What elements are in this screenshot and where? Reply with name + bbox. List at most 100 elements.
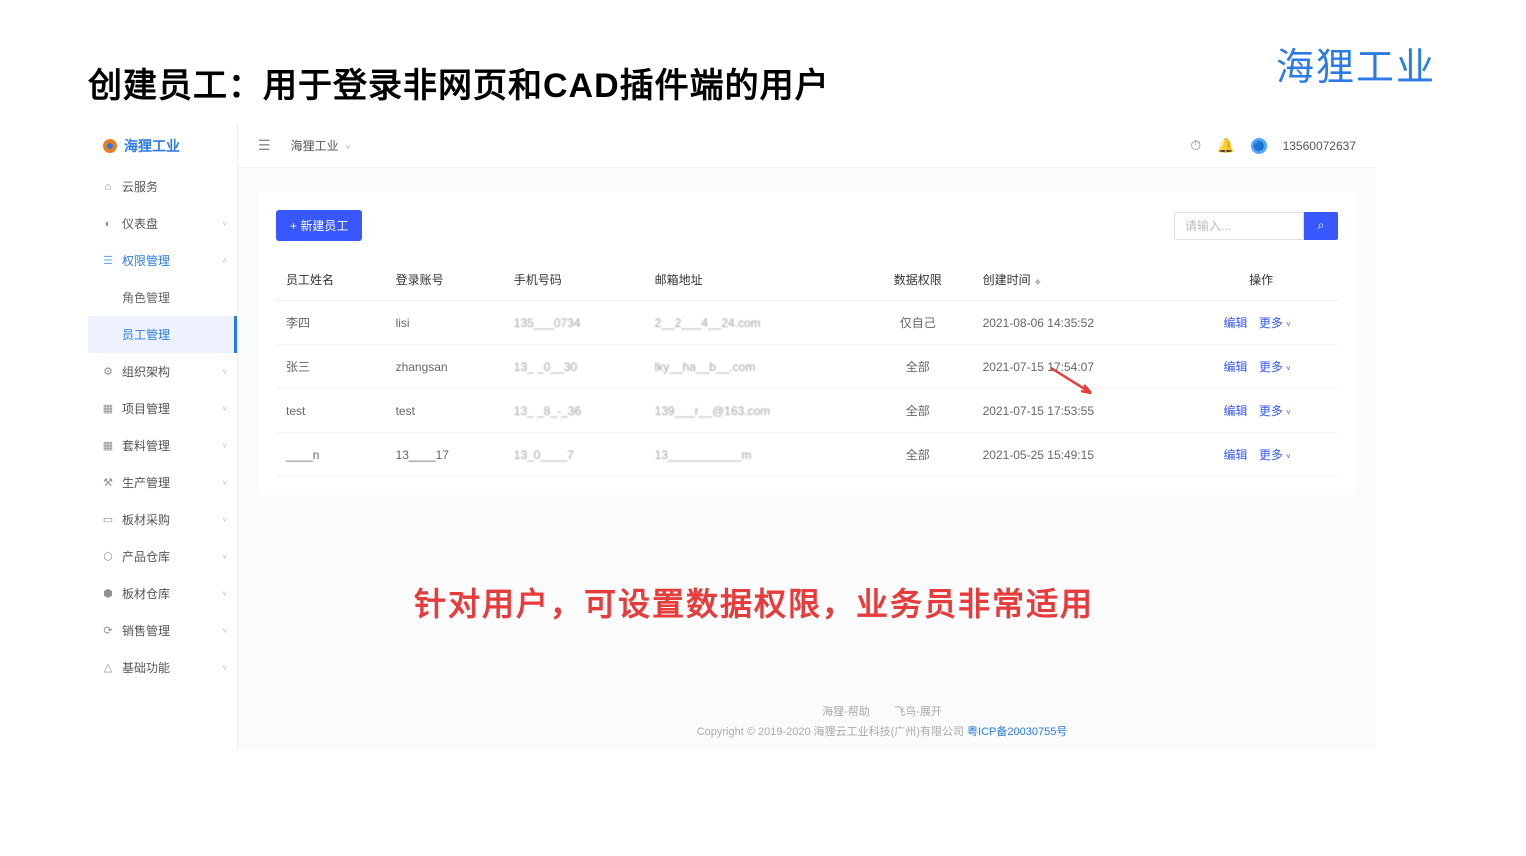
menu-icon: ▭ xyxy=(102,514,114,526)
sidebar-logo[interactable]: 海狸工业 xyxy=(88,124,237,168)
sidebar-item-label: 套料管理 xyxy=(122,437,170,454)
sidebar-logo-text: 海狸工业 xyxy=(124,136,180,156)
chevron-icon: ˄ xyxy=(222,256,227,265)
sidebar-item-label: 板材仓库 xyxy=(122,585,170,602)
cell-created: 2021-05-25 15:49:15 xyxy=(973,433,1185,477)
cell-phone: 13_ _0__30 xyxy=(504,345,645,389)
sidebar-item-label: 云服务 xyxy=(122,178,158,195)
sidebar-item[interactable]: △基础功能˅ xyxy=(88,649,237,686)
bell-icon[interactable]: 🔔 xyxy=(1217,137,1234,154)
cell-action: 编辑 更多 ˅ xyxy=(1184,389,1338,433)
cell-name: ____n xyxy=(276,433,386,477)
menu-icon: △ xyxy=(102,662,114,674)
sidebar-item[interactable]: ⬡产品仓库˅ xyxy=(88,538,237,575)
cell-name: 张三 xyxy=(276,345,386,389)
cell-phone: 13_0____7 xyxy=(504,433,645,477)
employee-panel: + 新建员工 ⌕ 员工姓名 登录账号 手 xyxy=(258,192,1356,495)
sidebar-item[interactable]: ⟳销售管理˅ xyxy=(88,612,237,649)
cell-action: 编辑 更多 ˅ xyxy=(1184,301,1338,345)
sidebar-item-label: 项目管理 xyxy=(122,400,170,417)
sidebar-item[interactable]: ⬢ 板材仓库 ˅ xyxy=(88,575,237,612)
chevron-icon: ˅ xyxy=(222,478,227,487)
search-input[interactable] xyxy=(1174,212,1304,240)
sidebar-item[interactable]: ▦套料管理˅ xyxy=(88,427,237,464)
sidebar-item[interactable]: ⚙组织架构˅ xyxy=(88,353,237,390)
sort-icon: ◆ xyxy=(1035,277,1041,286)
sidebar-item[interactable]: ⚒生产管理˅ xyxy=(88,464,237,501)
th-perm: 数据权限 xyxy=(863,259,973,301)
sidebar-item[interactable]: ☰ 权限管理 ˄ xyxy=(88,242,237,279)
th-action: 操作 xyxy=(1184,259,1338,301)
menu-icon: ☰ xyxy=(102,255,114,267)
sidebar-item[interactable]: ◐仪表盘˅ xyxy=(88,205,237,242)
icp-link[interactable]: 粤ICP备20030755号 xyxy=(967,726,1067,738)
chevron-icon: ˅ xyxy=(222,626,227,635)
top-bar: ☰ 海狸工业 ˅ ⏱ 🔔 🔵 13560072637 xyxy=(238,124,1376,168)
cell-name: test xyxy=(276,389,386,433)
cell-created: 2021-07-15 17:54:07 xyxy=(973,345,1185,389)
cell-action: 编辑 更多 ˅ xyxy=(1184,433,1338,477)
sidebar-item-label: 销售管理 xyxy=(122,622,170,639)
menu-icon: ▦ xyxy=(102,403,114,415)
sidebar-item-label: 权限管理 xyxy=(122,252,170,269)
search-button[interactable]: ⌕ xyxy=(1304,212,1338,240)
sidebar-item[interactable]: 员工管理 xyxy=(88,316,237,353)
menu-icon: ⬢ xyxy=(102,588,114,600)
cell-phone: 135___0734 xyxy=(504,301,645,345)
menu-icon: ▦ xyxy=(102,440,114,452)
annotation-callout: 针对用户，可设置数据权限，业务员非常适用 xyxy=(414,579,1094,625)
chevron-icon: ˅ xyxy=(222,404,227,413)
edit-link[interactable]: 编辑 xyxy=(1223,360,1247,374)
more-dropdown[interactable]: 更多 ˅ xyxy=(1259,360,1291,374)
table-row: test test 13_ _8_-_36 139___r__@163.com … xyxy=(276,389,1338,433)
cell-email: 13___________m xyxy=(645,433,863,477)
more-dropdown[interactable]: 更多 ˅ xyxy=(1259,404,1291,418)
sidebar-item-label: 产品仓库 xyxy=(122,548,170,565)
page-title: 创建员工：用于登录非网页和CAD插件端的用户 xyxy=(88,58,830,107)
edit-link[interactable]: 编辑 xyxy=(1223,448,1247,462)
chevron-down-icon: ˅ xyxy=(1286,320,1291,329)
menu-toggle-icon[interactable]: ☰ xyxy=(258,137,271,154)
more-dropdown[interactable]: 更多 ˅ xyxy=(1259,316,1291,330)
cell-phone: 13_ _8_-_36 xyxy=(504,389,645,433)
footer-links[interactable]: 海狸-帮助 飞鸟-展开 xyxy=(388,703,1376,723)
org-name: 海狸工业 xyxy=(291,139,339,153)
employee-table: 员工姓名 登录账号 手机号码 邮箱地址 数据权限 创建时间◆ 操作 李四 lis… xyxy=(276,259,1338,477)
chevron-icon: ˅ xyxy=(222,589,227,598)
org-dropdown[interactable]: 海狸工业 ˅ xyxy=(291,137,351,154)
edit-link[interactable]: 编辑 xyxy=(1223,316,1247,330)
more-dropdown[interactable]: 更多 ˅ xyxy=(1259,448,1291,462)
sidebar-item[interactable]: 角色管理 xyxy=(88,279,237,316)
chevron-icon: ˅ xyxy=(222,515,227,524)
search-icon: ⌕ xyxy=(1318,218,1325,232)
clock-icon[interactable]: ⏱ xyxy=(1190,137,1201,154)
sidebar: 海狸工业 ⌂云服务◐仪表盘˅ ☰ 权限管理 ˄ 角色管理员工管理 ⚙组织架构˅ ▦ 项目管理 ˅… xyxy=(88,124,238,749)
sidebar-item[interactable]: ▦ 项目管理 ˅ xyxy=(88,390,237,427)
cell-email: 139___r__@163.com xyxy=(645,389,863,433)
chevron-down-icon: ˅ xyxy=(1286,364,1291,373)
menu-icon: ⚙ xyxy=(102,366,114,378)
chevron-down-icon: ˅ xyxy=(346,143,351,152)
cell-account: lisi xyxy=(386,301,504,345)
th-email: 邮箱地址 xyxy=(645,259,863,301)
cell-email: lky__ha__b__.com xyxy=(645,345,863,389)
th-created[interactable]: 创建时间◆ xyxy=(973,259,1185,301)
main-area: ☰ 海狸工业 ˅ ⏱ 🔔 🔵 13560072637 + 新建员工 xyxy=(238,124,1376,749)
chevron-icon: ˅ xyxy=(222,663,227,672)
admin-window: 海狸工业 ⌂云服务◐仪表盘˅ ☰ 权限管理 ˄ 角色管理员工管理 ⚙组织架构˅ ▦ 项目管理 ˅… xyxy=(88,124,1376,749)
cell-account: zhangsan xyxy=(386,345,504,389)
sidebar-item-label: 员工管理 xyxy=(122,326,170,343)
cell-perm: 全部 xyxy=(863,389,973,433)
edit-link[interactable]: 编辑 xyxy=(1223,404,1247,418)
table-row: 张三 zhangsan 13_ _0__30 lky__ha__b__.com … xyxy=(276,345,1338,389)
avatar[interactable]: 🔵 xyxy=(1251,138,1267,154)
table-row: 李四 lisi 135___0734 2__2___4__24.com 仅自己 … xyxy=(276,301,1338,345)
sidebar-item[interactable]: ▭板材采购˅ xyxy=(88,501,237,538)
menu-icon: ◐ xyxy=(102,218,114,230)
user-phone: 13560072637 xyxy=(1283,139,1356,153)
th-account: 登录账号 xyxy=(386,259,504,301)
sidebar-item[interactable]: ⌂云服务 xyxy=(88,168,237,205)
new-employee-button[interactable]: + 新建员工 xyxy=(276,210,362,241)
app-logo-icon xyxy=(102,138,118,154)
content: + 新建员工 ⌕ 员工姓名 登录账号 手 xyxy=(238,168,1376,519)
